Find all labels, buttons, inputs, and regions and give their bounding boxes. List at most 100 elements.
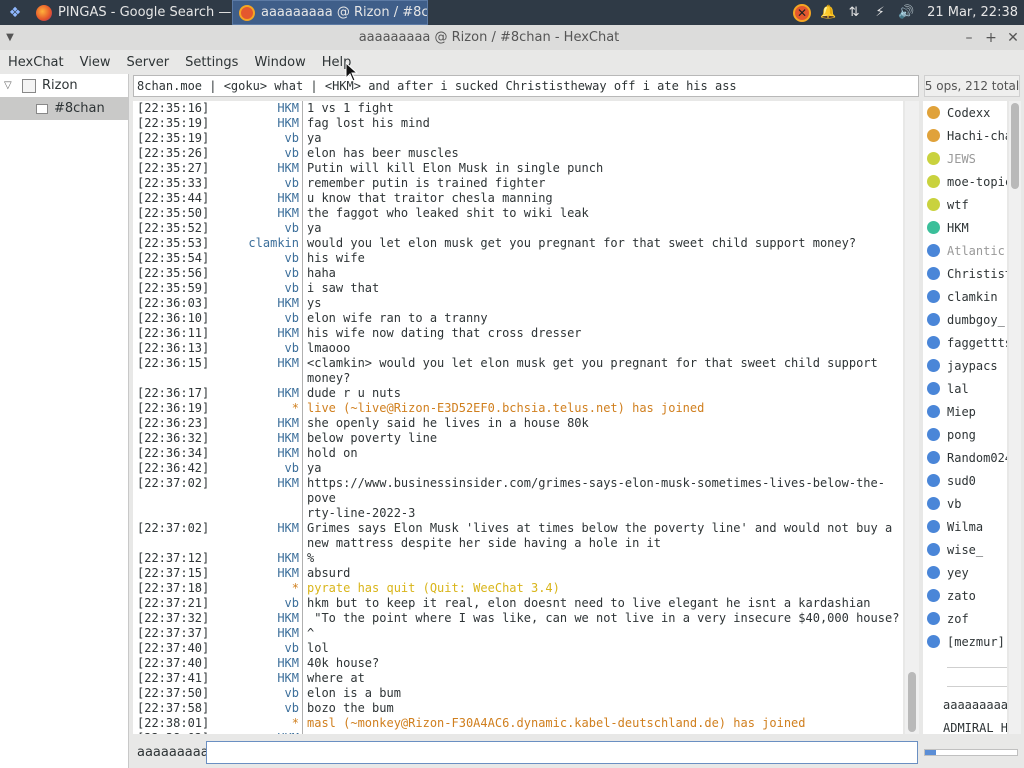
- user-list-item[interactable]: wtf: [923, 193, 1007, 216]
- chat-nick[interactable]: HKM: [207, 626, 303, 641]
- user-list-item[interactable]: zof: [923, 607, 1007, 630]
- menu-server[interactable]: Server: [118, 55, 177, 70]
- chat-message: i saw that: [307, 281, 380, 295]
- chat-timestamp: [22:35:19]: [137, 116, 210, 130]
- window-menu-icon[interactable]: ▼: [0, 32, 20, 43]
- clock[interactable]: 21 Mar, 22:38: [927, 5, 1018, 20]
- chat-nick[interactable]: vb: [207, 311, 303, 326]
- user-list-item[interactable]: HKM: [923, 216, 1007, 239]
- chat-nick[interactable]: HKM: [207, 296, 303, 311]
- user-list-item[interactable]: jaypacs: [923, 354, 1007, 377]
- chat-nick[interactable]: HKM: [207, 386, 303, 401]
- chat-nick[interactable]: HKM: [207, 656, 303, 671]
- chat-nick[interactable]: HKM: [207, 521, 303, 551]
- chat-nick[interactable]: vb: [207, 131, 303, 146]
- menu-view[interactable]: View: [72, 55, 119, 70]
- user-list-item[interactable]: wise_: [923, 538, 1007, 561]
- user-list-item[interactable]: clamkin: [923, 285, 1007, 308]
- menu-settings[interactable]: Settings: [177, 55, 246, 70]
- user-list-scrollbar[interactable]: [1009, 101, 1021, 734]
- chat-nick[interactable]: HKM: [207, 116, 303, 131]
- user-list-scrollbar-thumb[interactable]: [1011, 103, 1019, 189]
- chat-buffer[interactable]: [22:35:16] HKM 1 vs 1 fight [22:35:19] HKM fa…: [133, 101, 903, 734]
- chat-nick[interactable]: vb: [207, 461, 303, 476]
- chat-nick[interactable]: HKM: [207, 416, 303, 431]
- bell-icon[interactable]: 🔔: [819, 4, 837, 22]
- message-input[interactable]: [206, 741, 918, 764]
- chat-nick[interactable]: HKM: [207, 326, 303, 341]
- user-status-icon: [927, 474, 940, 487]
- user-list-item[interactable]: Atlantic: [923, 239, 1007, 262]
- user-list-item[interactable]: Hachi-chan: [923, 124, 1007, 147]
- chat-nick[interactable]: HKM: [207, 356, 303, 386]
- user-list-item[interactable]: sud0: [923, 469, 1007, 492]
- chat-nick[interactable]: HKM: [207, 476, 303, 521]
- chat-nick[interactable]: HKM: [207, 206, 303, 221]
- user-list-item[interactable]: [mezmur]: [923, 630, 1007, 653]
- chat-nick[interactable]: HKM: [207, 101, 303, 116]
- chat-nick[interactable]: vb: [207, 281, 303, 296]
- tree-server-rizon[interactable]: ▽ Rizon: [0, 74, 128, 97]
- chat-nick[interactable]: vb: [207, 221, 303, 236]
- chat-nick[interactable]: HKM: [207, 446, 303, 461]
- chat-nick[interactable]: HKM: [207, 611, 303, 626]
- menu-window[interactable]: Window: [246, 55, 313, 70]
- chat-nick[interactable]: vb: [207, 266, 303, 281]
- user-list-item[interactable]: ADMIRAL_H: [923, 716, 1007, 735]
- chat-nick[interactable]: HKM: [207, 161, 303, 176]
- user-list-item[interactable]: moe-topics: [923, 170, 1007, 193]
- network-icon[interactable]: ⇅: [845, 4, 863, 22]
- menu-hexchat[interactable]: HexChat: [0, 55, 72, 70]
- chat-message: u know that traitor chesla manning: [307, 191, 553, 205]
- user-list-item[interactable]: vb: [923, 492, 1007, 515]
- power-icon[interactable]: ⚡: [871, 4, 889, 22]
- user-list-item[interactable]: yey: [923, 561, 1007, 584]
- chat-timestamp: [22:37:12]: [137, 551, 210, 565]
- user-list-item[interactable]: JEWS: [923, 147, 1007, 170]
- chat-nick[interactable]: HKM: [207, 191, 303, 206]
- chat-nick[interactable]: vb: [207, 146, 303, 161]
- maximize-button[interactable]: +: [980, 30, 1002, 46]
- chat-nick[interactable]: HKM: [207, 566, 303, 581]
- close-button[interactable]: ✕: [1002, 30, 1024, 46]
- user-list-item[interactable]: Wilma: [923, 515, 1007, 538]
- user-list-item[interactable]: lal: [923, 377, 1007, 400]
- volume-icon[interactable]: 🔊: [897, 4, 915, 22]
- user-list-item[interactable]: aaaaaaaaa: [923, 693, 1007, 716]
- chat-nick[interactable]: HKM: [207, 671, 303, 686]
- topic-bar[interactable]: 8chan.moe | <goku> what | <HKM> and afte…: [133, 75, 919, 97]
- taskbar-task-firefox[interactable]: PINGAS - Google Search —...: [30, 0, 232, 25]
- user-list-item[interactable]: faggettts: [923, 331, 1007, 354]
- chat-scrollbar[interactable]: [905, 101, 919, 734]
- chat-nick[interactable]: HKM: [207, 431, 303, 446]
- taskbar-task-hexchat[interactable]: aaaaaaaaa @ Rizon / #8cha...: [232, 0, 428, 25]
- chat-nick[interactable]: vb: [207, 596, 303, 611]
- nick-button[interactable]: aaaaaaaaa: [133, 741, 209, 763]
- chat-timestamp: [22:37:15]: [137, 566, 210, 580]
- user-list-item[interactable]: zato: [923, 584, 1007, 607]
- user-list-item[interactable]: Codexx: [923, 101, 1007, 124]
- chat-nick[interactable]: vb: [207, 341, 303, 356]
- minimize-button[interactable]: –: [958, 30, 980, 46]
- chat-nick[interactable]: HKM: [207, 731, 303, 734]
- user-list-item[interactable]: Christist: [923, 262, 1007, 285]
- user-list-item[interactable]: pong: [923, 423, 1007, 446]
- chat-nick[interactable]: vb: [207, 701, 303, 716]
- chat-nick[interactable]: vb: [207, 251, 303, 266]
- expand-triangle-icon[interactable]: ▽: [4, 80, 18, 91]
- chat-line: [22:37:21] vb hkm but to keep it real, elo…: [133, 596, 903, 611]
- chat-nick[interactable]: HKM: [207, 551, 303, 566]
- tree-channel-8chan[interactable]: #8chan: [0, 97, 128, 120]
- chat-nick[interactable]: vb: [207, 176, 303, 191]
- user-list-item[interactable]: Random024: [923, 446, 1007, 469]
- start-menu-icon[interactable]: ❖: [0, 0, 30, 25]
- chat-scrollbar-thumb[interactable]: [908, 672, 916, 732]
- chat-nick[interactable]: vb: [207, 641, 303, 656]
- hexchat-tray-icon[interactable]: ✕: [793, 3, 812, 22]
- user-name: moe-topics: [947, 174, 1007, 189]
- chat-line: [22:37:58] vb bozo the bum: [133, 701, 903, 716]
- user-list-item[interactable]: Miep: [923, 400, 1007, 423]
- chat-nick[interactable]: clamkin: [207, 236, 303, 251]
- chat-nick[interactable]: vb: [207, 686, 303, 701]
- user-list-item[interactable]: dumbgoy_: [923, 308, 1007, 331]
